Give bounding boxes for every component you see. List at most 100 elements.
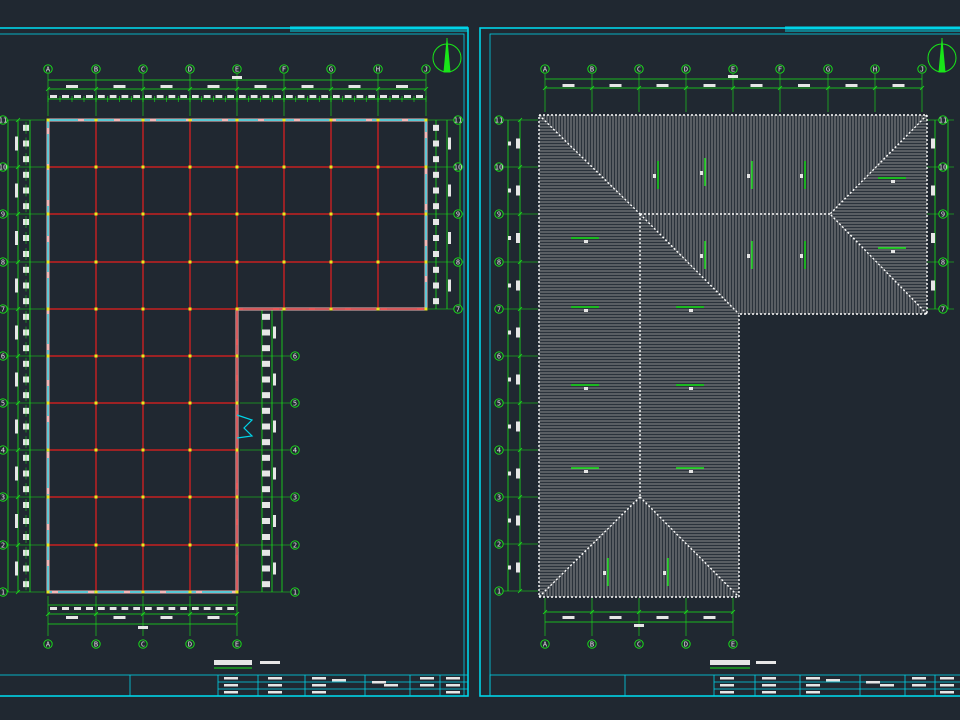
dimension-value-mark	[301, 85, 314, 88]
dimension-value-mark	[656, 616, 669, 619]
axis-label: 8	[941, 259, 945, 267]
column-node	[141, 212, 145, 216]
column-node	[376, 118, 380, 122]
axis-label: H	[376, 66, 380, 74]
axis-label: 7	[497, 306, 501, 314]
column-node	[188, 118, 192, 122]
slope-value-mark	[891, 180, 895, 183]
axis-bubble: 6	[494, 351, 504, 361]
axis-bubble: 4	[0, 445, 8, 455]
axis-bubble: 6	[290, 351, 300, 361]
cad-drawing-canvas: A B C D E F G H JA B C D E1234567891011 1110987654321…	[0, 26, 960, 697]
dimension-value-mark	[273, 467, 276, 480]
dimension-value-mark	[273, 562, 276, 575]
dimension-value-mark	[508, 141, 511, 146]
axis-label: C	[141, 641, 145, 649]
window-dimension-mark	[262, 549, 270, 556]
dimension-value-mark	[750, 84, 763, 87]
title-block-text-mark	[224, 691, 238, 694]
dimension-value-mark	[254, 85, 267, 88]
axis-bubble: 1	[0, 587, 8, 597]
dimension-value-mark	[297, 95, 305, 98]
axis-label: 9	[1, 211, 5, 219]
axis-bubble: B	[587, 64, 597, 74]
dimension-value-mark	[845, 84, 858, 87]
dimension-value-mark	[15, 183, 18, 198]
dimension-value-mark	[273, 420, 276, 433]
axis-bubble: 9	[453, 209, 463, 219]
dimension-value-mark	[380, 95, 387, 98]
column-node	[376, 307, 380, 311]
column-node	[46, 307, 50, 311]
slope-value-mark	[689, 470, 693, 473]
dimension-value-mark	[516, 468, 520, 479]
axis-label: F	[282, 66, 286, 74]
column-node	[329, 307, 333, 311]
dimension-value-mark	[931, 233, 935, 243]
dimension-value-mark	[232, 76, 242, 79]
title-block-text-mark	[312, 677, 326, 680]
axis-label: 3	[497, 494, 501, 502]
axis-label: 7	[456, 306, 460, 314]
axis-bubble: 8	[494, 257, 504, 267]
dimension-value-mark	[192, 95, 199, 98]
dimension-value-mark	[250, 95, 258, 98]
dimension-value-mark	[133, 95, 140, 98]
dimension-value-mark	[396, 85, 408, 88]
column-node	[188, 495, 192, 499]
axis-bubble: 3	[494, 492, 504, 502]
axis-label: 9	[941, 211, 945, 219]
dimension-value-mark	[516, 280, 520, 291]
axis-bubble: 9	[0, 209, 8, 219]
left-dimension-layer	[4, 74, 464, 636]
dimension-value-mark	[239, 95, 246, 98]
dimension-value-mark	[416, 95, 423, 98]
dimension-value-mark	[180, 607, 187, 610]
axis-label: 10	[0, 164, 7, 172]
axis-bubble: 1	[494, 586, 504, 596]
title-block-text-mark	[940, 684, 954, 687]
axis-label: E	[731, 641, 735, 649]
dimension-value-mark	[203, 607, 211, 610]
axis-bubble: J	[421, 64, 431, 74]
axis-label: 2	[497, 541, 501, 549]
column-node	[235, 260, 239, 264]
axis-bubble: 9	[938, 209, 948, 219]
dimension-value-mark	[138, 626, 148, 629]
dimension-value-mark	[516, 233, 520, 243]
title-block-text-mark	[372, 681, 386, 684]
column-node	[329, 118, 333, 122]
dimension-value-mark	[109, 607, 117, 610]
title-block-text-mark	[268, 684, 282, 687]
column-node	[329, 212, 333, 216]
axis-label: 6	[497, 353, 501, 361]
window-dimension-mark	[433, 124, 439, 131]
axis-bubble: D	[681, 64, 691, 74]
dimension-value-mark	[215, 95, 223, 98]
dimension-value-mark	[156, 95, 164, 98]
dimension-value-mark	[215, 607, 223, 610]
dimension-value-mark	[309, 95, 317, 98]
column-node	[188, 590, 192, 594]
axis-label: 11	[454, 117, 462, 125]
dimension-value-mark	[703, 84, 716, 87]
axis-bubble: F	[279, 64, 289, 74]
axis-label: 10	[495, 164, 503, 172]
column-node	[141, 118, 145, 122]
dimension-value-mark	[562, 84, 575, 87]
title-block-text-marks	[224, 677, 954, 694]
dimension-value-mark	[227, 607, 234, 610]
dimension-value-mark	[508, 283, 511, 288]
dimension-value-mark	[892, 84, 905, 87]
dimension-value-mark	[516, 185, 520, 196]
dimension-value-mark	[516, 374, 520, 385]
column-node	[94, 307, 98, 311]
axis-bubble: B	[91, 639, 101, 649]
axis-bubble: 10	[938, 162, 948, 172]
column-node	[46, 590, 50, 594]
dimension-value-mark	[121, 607, 129, 610]
column-node	[235, 354, 239, 358]
axis-label: 3	[1, 494, 5, 502]
dimension-value-mark	[368, 95, 375, 98]
axis-label: B	[590, 641, 594, 649]
